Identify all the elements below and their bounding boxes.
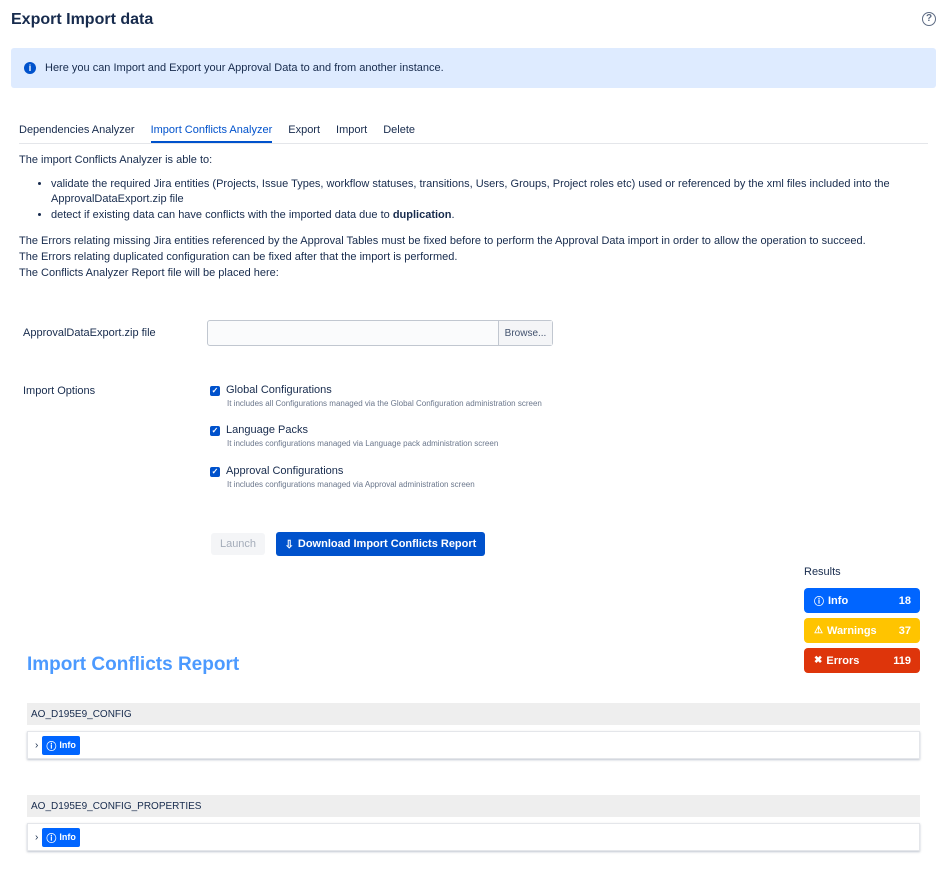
file-field[interactable]	[208, 321, 498, 345]
list-item: detect if existing data can have conflic…	[51, 208, 916, 223]
checkbox-approval-configurations[interactable]: ✓	[210, 467, 220, 477]
option-hint: It includes all Configurations managed v…	[227, 399, 542, 408]
tab-export[interactable]: Export	[288, 124, 320, 143]
results-info-badge[interactable]: ⓘ Info 18	[804, 588, 920, 613]
chevron-right-icon[interactable]: ›	[35, 740, 38, 751]
results-errors-label: Errors	[826, 654, 860, 667]
report-section-row[interactable]: › ⓘ Info	[27, 731, 920, 759]
info-badge[interactable]: ⓘ Info	[42, 827, 80, 847]
warning-icon: ⚠	[814, 625, 823, 636]
description-line: The Errors relating missing Jira entitie…	[19, 235, 866, 247]
launch-button[interactable]: Launch	[211, 533, 265, 555]
info-banner-text: Here you can Import and Export your Appr…	[45, 62, 444, 74]
tab-import-conflicts-analyzer[interactable]: Import Conflicts Analyzer	[150, 124, 273, 143]
page-title: Export Import data	[11, 11, 154, 28]
option-hint: It includes configurations managed via L…	[227, 439, 499, 448]
description-line: The Conflicts Analyzer Report file will …	[19, 267, 279, 279]
report-section-header: AO_D195E9_CONFIG	[27, 703, 920, 725]
chevron-right-icon[interactable]: ›	[35, 832, 38, 843]
results-info-label: Info	[828, 594, 849, 607]
report-section-row[interactable]: › ⓘ Info	[27, 823, 920, 851]
download-report-button[interactable]: ⇩ Download Import Conflicts Report	[276, 532, 485, 556]
option-label: Global Configurations	[226, 384, 332, 396]
file-field-label: ApprovalDataExport.zip file	[23, 327, 156, 339]
info-badge-label: Info	[59, 832, 76, 842]
bullet-bold-text: duplication	[392, 209, 452, 221]
cloud-download-icon: ⇩	[284, 538, 294, 551]
bullet-suffix: .	[451, 209, 455, 221]
report-title: Import Conflicts Report	[27, 654, 240, 675]
description-line: The Errors relating duplicated configura…	[19, 251, 458, 263]
error-icon: ✖	[814, 655, 823, 666]
results-errors-badge[interactable]: ✖ Errors 119	[804, 648, 920, 673]
info-icon: ⓘ	[46, 833, 57, 845]
results-warnings-count: 37	[898, 624, 911, 637]
description-intro: The import Conflicts Analyzer is able to…	[19, 154, 213, 166]
download-button-label: Download Import Conflicts Report	[297, 538, 477, 550]
tab-import[interactable]: Import	[336, 124, 367, 143]
help-icon[interactable]: ?	[922, 12, 936, 26]
option-label: Approval Configurations	[226, 465, 344, 477]
file-input[interactable]: Browse...	[207, 320, 553, 346]
results-warnings-badge[interactable]: ⚠ Warnings 37	[804, 618, 920, 643]
results-info-count: 18	[898, 594, 911, 607]
option-label: Language Packs	[226, 424, 308, 436]
info-banner: i Here you can Import and Export your Ap…	[11, 48, 936, 88]
option-hint: It includes configurations managed via A…	[227, 480, 475, 489]
report-section-header: AO_D195E9_CONFIG_PROPERTIES	[27, 795, 920, 817]
list-item: validate the required Jira entities (Pro…	[51, 177, 916, 207]
checkbox-global-configurations[interactable]: ✓	[210, 386, 220, 396]
capabilities-list: validate the required Jira entities (Pro…	[36, 177, 916, 224]
info-icon: ⓘ	[46, 741, 57, 753]
results-errors-count: 119	[893, 654, 911, 667]
tab-dependencies-analyzer[interactable]: Dependencies Analyzer	[19, 124, 135, 143]
info-badge-label: Info	[59, 740, 76, 750]
results-warnings-label: Warnings	[826, 624, 877, 637]
bullet-text: detect if existing data can have conflic…	[51, 209, 393, 221]
browse-button[interactable]: Browse...	[498, 321, 552, 345]
info-badge[interactable]: ⓘ Info	[42, 735, 80, 755]
info-icon: ⓘ	[814, 597, 824, 608]
checkbox-language-packs[interactable]: ✓	[210, 426, 220, 436]
tab-bar: Dependencies Analyzer Import Conflicts A…	[19, 124, 928, 144]
results-title: Results	[804, 566, 841, 578]
tab-delete[interactable]: Delete	[383, 124, 415, 143]
info-icon: i	[24, 62, 36, 74]
import-options-label: Import Options	[23, 385, 96, 397]
